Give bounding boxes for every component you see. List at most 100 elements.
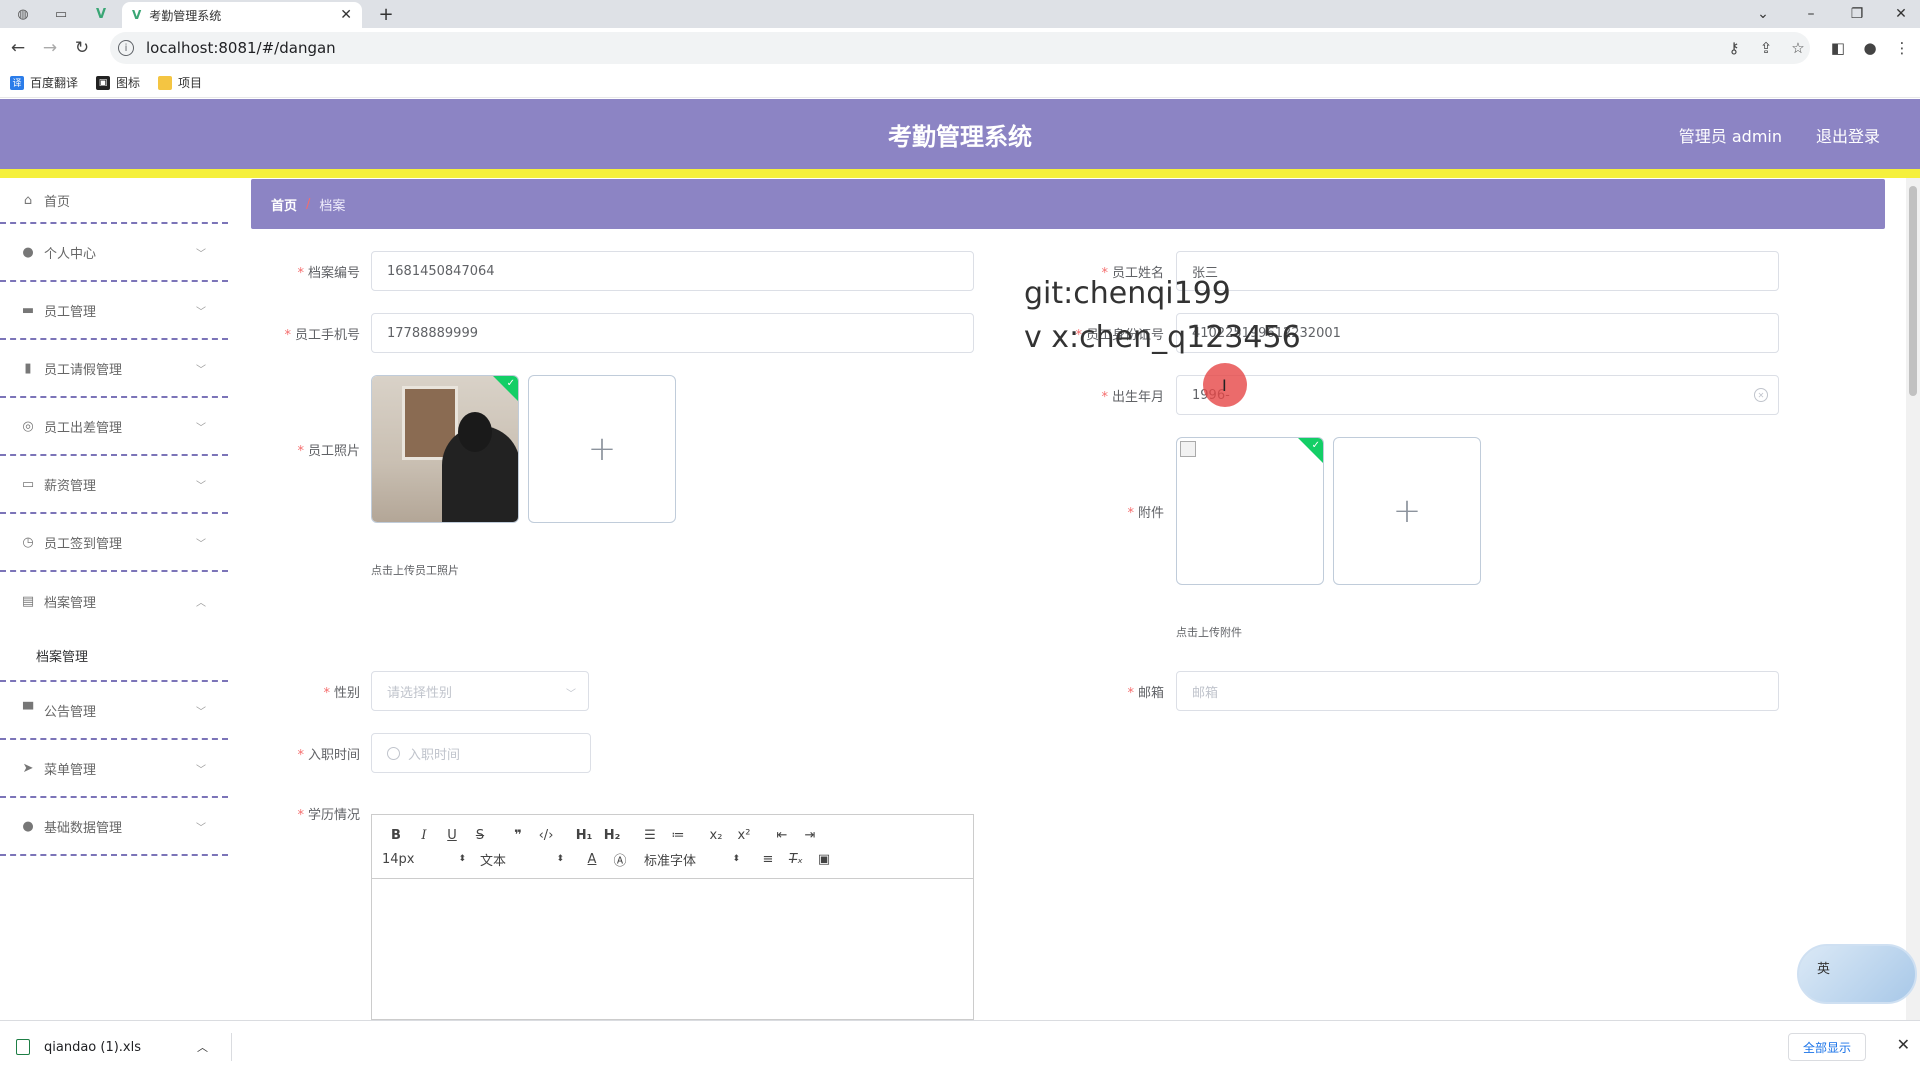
bookmark-item[interactable]: 项目 [158, 74, 202, 91]
sidebar-item-label: 员工签到管理 [44, 536, 123, 552]
check-icon: ✓ [1311, 440, 1320, 451]
photo-upload-button[interactable]: + [528, 375, 676, 523]
blank-tab-icon[interactable]: ▭ [46, 2, 76, 26]
italic-icon[interactable]: I [410, 824, 438, 846]
sidebar-subitem-archive[interactable]: 档案管理 [0, 630, 228, 682]
sidebar-item-checkin[interactable]: ◷ 员工签到管理 ﹀ [0, 514, 228, 572]
bookmark-item[interactable]: 译 百度翻译 [10, 74, 78, 91]
sidebar-item-label: 菜单管理 [44, 762, 97, 778]
app-title: 考勤管理系统 [888, 123, 1032, 151]
scroll-thumb[interactable] [1909, 186, 1917, 396]
target-icon: ◎ [22, 418, 34, 434]
image-icon: ▣ [96, 75, 111, 90]
attachment-upload-button[interactable]: + [1333, 437, 1481, 585]
reload-icon[interactable]: ↻ [70, 36, 94, 60]
bookmarks-bar: 译 百度翻译 ▣ 图标 项目 [0, 68, 1920, 98]
tab-search-icon[interactable]: ⌄ [1742, 0, 1784, 28]
sidebar-item-basedata[interactable]: ● 基础数据管理 ﹀ [0, 798, 228, 856]
close-icon[interactable]: ✕ [340, 7, 352, 23]
ordered-list-icon[interactable]: ☰ [636, 824, 664, 846]
sidebar-item-menu[interactable]: ➤ 菜单管理 ﹀ [0, 740, 228, 798]
quote-icon[interactable]: ❞ [504, 824, 532, 846]
vue-tab-icon[interactable]: V [86, 2, 116, 26]
restore-button[interactable]: ❐ [1836, 0, 1878, 28]
education-label: * 学历情况 [297, 808, 360, 823]
strike-icon[interactable]: S [466, 824, 494, 846]
birth-label: * 出生年月 [1101, 390, 1164, 405]
rich-text-editor[interactable]: B I U S ❞ ‹/› H₁ H₂ ☰ ≔ x₂ x² ⇤ ⇥ 14px ⬍ … [371, 814, 974, 1020]
heading2-icon[interactable]: H₂ [598, 824, 626, 846]
key-icon[interactable]: ⚷ [1722, 36, 1746, 60]
sidebar-item-home[interactable]: ⌂ 首页 [0, 178, 228, 224]
sidebar-item-archive[interactable]: ▤ 档案管理 ︿ [0, 572, 228, 630]
profile-icon[interactable]: ● [1858, 36, 1882, 60]
bullet-list-icon[interactable]: ≔ [664, 824, 692, 846]
info-icon[interactable]: i [118, 40, 134, 56]
subscript-icon[interactable]: x₂ [702, 824, 730, 846]
sidebar-item-personal[interactable]: ● 个人中心 ﹀ [0, 224, 228, 282]
sidebar-item-trip[interactable]: ◎ 员工出差管理 ﹀ [0, 398, 228, 456]
active-tab[interactable]: V 考勤管理系统 ✕ [122, 2, 362, 28]
background-color-icon[interactable]: Ⓐ [606, 848, 634, 870]
star-icon[interactable]: ☆ [1786, 36, 1810, 60]
hire-date-field[interactable]: 入职时间 [371, 733, 591, 773]
window-close-button[interactable]: ✕ [1880, 0, 1920, 28]
home-icon: ⌂ [23, 192, 33, 208]
name-field[interactable]: 张三 [1176, 251, 1779, 291]
clear-icon[interactable]: ✕ [1754, 388, 1768, 402]
phone-field[interactable]: 17788889999 [371, 313, 974, 353]
sidebar-item-employees[interactable]: ▬ 员工管理 ﹀ [0, 282, 228, 340]
gender-select[interactable]: 请选择性别 ﹀ [371, 671, 589, 711]
sidebar-item-notice[interactable]: ▀ 公告管理 ﹀ [0, 682, 228, 740]
minimize-button[interactable]: – [1790, 0, 1832, 28]
forward-arrow-icon[interactable]: → [38, 36, 62, 60]
superscript-icon[interactable]: x² [730, 824, 758, 846]
sidebar-item-salary[interactable]: ▭ 薪资管理 ﹀ [0, 456, 228, 514]
email-label: * 邮箱 [1127, 686, 1164, 701]
user-icon: ● [22, 244, 34, 260]
new-tab-button[interactable]: + [374, 2, 398, 26]
indent-icon[interactable]: ⇥ [796, 824, 824, 846]
url-field[interactable]: i localhost:8081/#/dangan [110, 32, 1810, 64]
chevron-up-icon[interactable]: ︿ [197, 1039, 217, 1055]
attachment-thumbnail[interactable]: ✓ [1176, 437, 1324, 585]
align-icon[interactable]: ≡ [754, 848, 782, 870]
logout-link[interactable]: 退出登录 [1816, 123, 1880, 147]
bookmark-item[interactable]: ▣ 图标 [96, 74, 140, 91]
text-style-picker[interactable]: 文本 ⬍ [480, 850, 564, 869]
email-field[interactable]: 邮箱 [1176, 671, 1779, 711]
ime-floating-widget[interactable]: 英 [1797, 944, 1917, 1004]
phone-label: * 员工手机号 [284, 328, 360, 343]
page-scrollbar[interactable] [1906, 178, 1920, 1020]
chevron-up-icon: ︿ [196, 597, 206, 609]
attachment-label: * 附件 [1127, 506, 1164, 521]
bold-icon[interactable]: B [382, 824, 410, 846]
side-panel-icon[interactable]: ◧ [1826, 36, 1850, 60]
birth-date-field[interactable]: 1996- ✕ [1176, 375, 1779, 415]
download-item[interactable]: qiandao (1).xls ︿ [12, 1033, 232, 1061]
font-color-icon[interactable]: A [578, 848, 606, 870]
archive-no-field[interactable]: 1681450847064 [371, 251, 974, 291]
clear-format-icon[interactable]: T̶ₓ [782, 848, 810, 870]
bookmark-label: 项目 [178, 76, 203, 90]
monitor-icon: ▀ [23, 702, 33, 718]
code-icon[interactable]: ‹/› [532, 824, 560, 846]
back-arrow-icon[interactable]: ← [6, 36, 30, 60]
close-icon[interactable]: ✕ [1897, 1035, 1910, 1054]
chevron-down-icon: ﹀ [196, 248, 206, 260]
text-cursor-icon: I [1222, 376, 1227, 395]
underline-icon[interactable]: U [438, 824, 466, 846]
breadcrumb-home[interactable]: 首页 [271, 195, 297, 214]
show-all-downloads-button[interactable]: 全部显示 [1787, 1033, 1866, 1061]
font-family-picker[interactable]: 标准字体 ⬍ [644, 850, 740, 869]
share-icon[interactable]: ⇪ [1754, 36, 1778, 60]
vue-logo-icon: V [132, 8, 142, 22]
heading1-icon[interactable]: H₁ [570, 824, 598, 846]
employee-photo-thumbnail[interactable]: ✓ [371, 375, 519, 523]
more-menu-icon[interactable]: ⋮ [1890, 36, 1914, 60]
outdent-icon[interactable]: ⇤ [768, 824, 796, 846]
font-size-picker[interactable]: 14px ⬍ [382, 852, 466, 867]
globe-icon[interactable]: ◍ [8, 2, 38, 26]
sidebar-item-leave[interactable]: ▮ 员工请假管理 ﹀ [0, 340, 228, 398]
image-insert-icon[interactable]: ▣ [810, 848, 838, 870]
